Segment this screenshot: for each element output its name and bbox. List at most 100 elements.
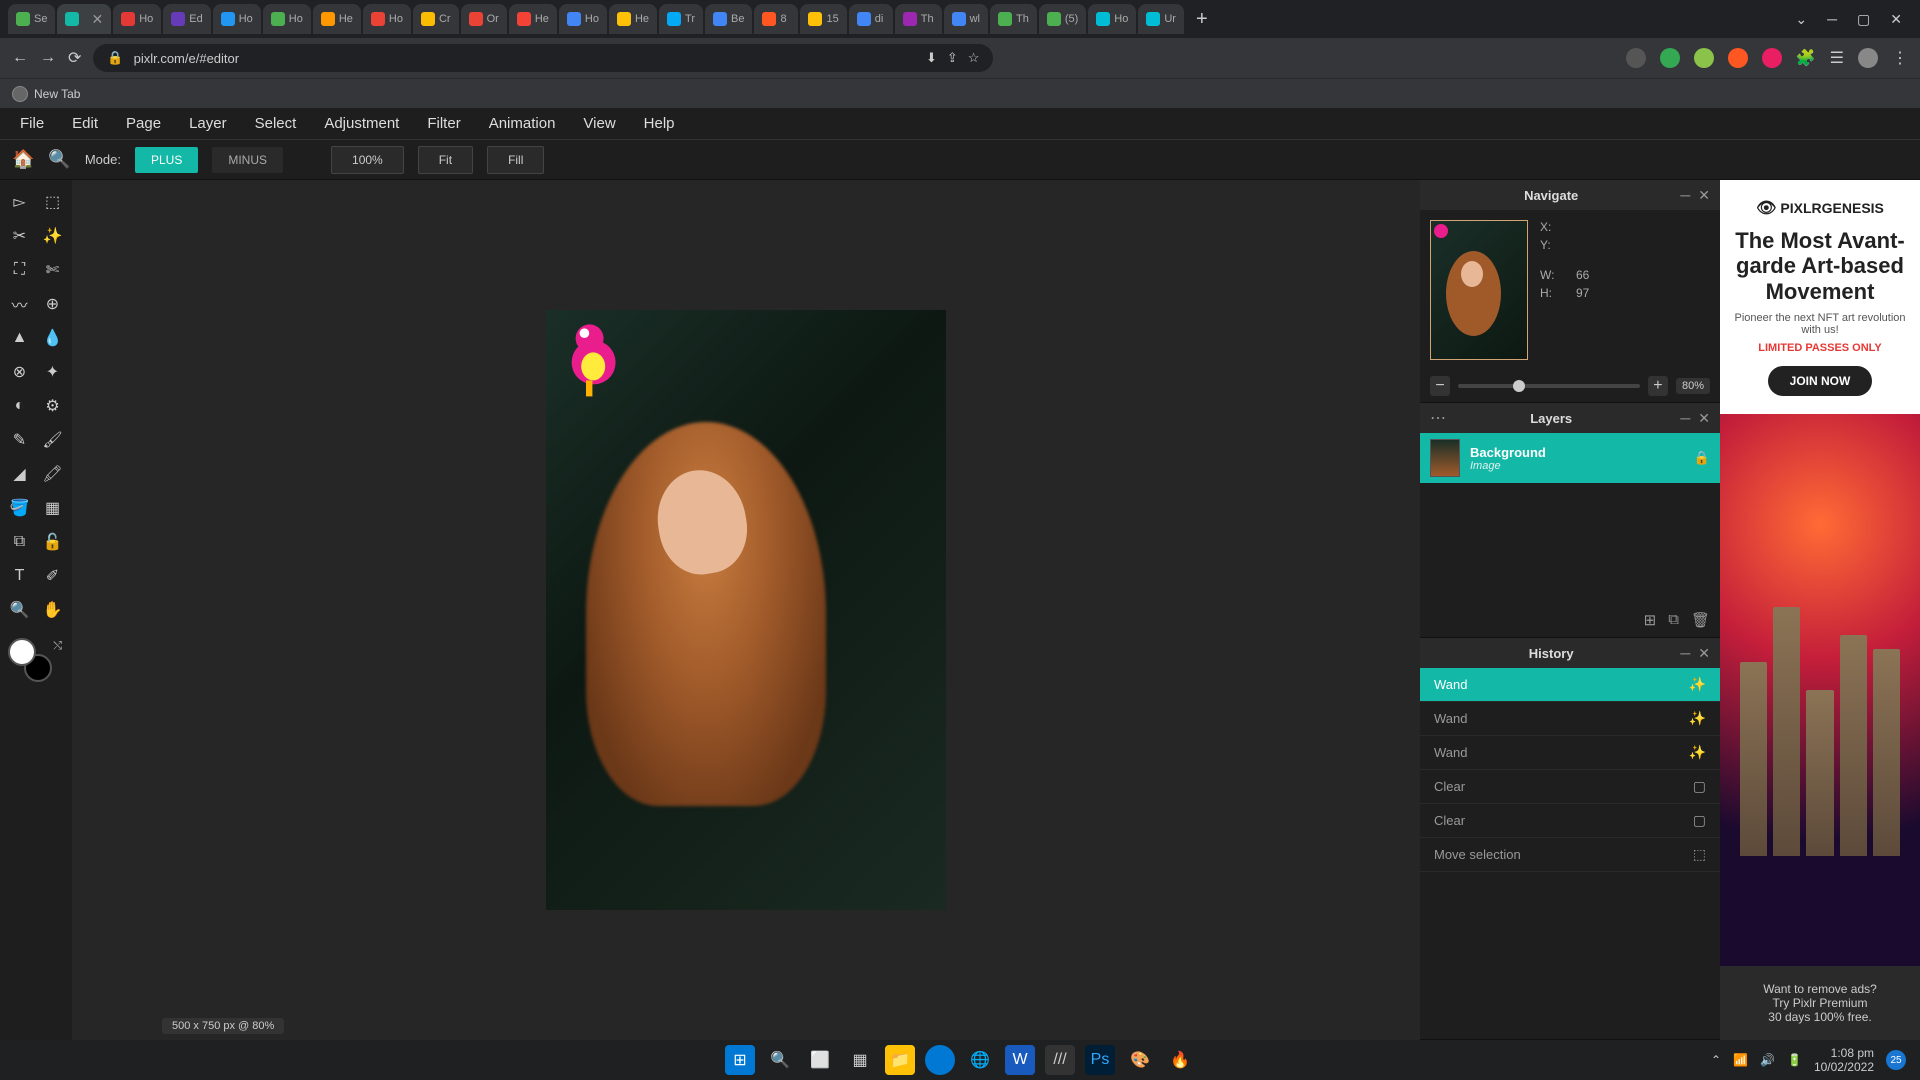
fill-tool-icon[interactable]: 🪣	[6, 494, 33, 522]
battery-icon[interactable]: 🔋	[1787, 1053, 1802, 1067]
app-icon[interactable]: ///	[1045, 1045, 1075, 1075]
zoom-fit-button[interactable]: Fit	[418, 146, 473, 174]
blur-tool-icon[interactable]: 💧	[39, 324, 66, 352]
browser-tab[interactable]: Ur	[1138, 4, 1184, 34]
swap-colors-icon[interactable]: ⤭	[53, 640, 62, 653]
add-layer-icon[interactable]: ⊞	[1644, 611, 1657, 629]
browser-tab[interactable]: Cr	[413, 4, 459, 34]
menu-select[interactable]: Select	[255, 115, 297, 132]
browser-tab[interactable]: Ho	[363, 4, 411, 34]
history-item[interactable]: Wand✨	[1420, 702, 1720, 736]
browser-tab[interactable]: 15	[800, 4, 846, 34]
start-button[interactable]: ⊞	[725, 1045, 755, 1075]
browser-tab[interactable]: Ed	[163, 4, 210, 34]
browser-tab[interactable]: He	[609, 4, 657, 34]
shape-tool-icon[interactable]: ⧉	[6, 528, 33, 556]
word-icon[interactable]: W	[1005, 1045, 1035, 1075]
history-item[interactable]: Clear▢	[1420, 770, 1720, 804]
picker-tool-icon[interactable]: ✐	[39, 562, 66, 590]
tray-chevron-icon[interactable]: ⌃	[1711, 1053, 1721, 1067]
browser-tab[interactable]: Se	[8, 4, 55, 34]
canvas[interactable]	[546, 310, 946, 910]
browser-tab[interactable]: He	[509, 4, 557, 34]
foreground-color[interactable]	[8, 638, 36, 666]
paint-icon[interactable]: 🎨	[1125, 1045, 1155, 1075]
tabs-dropdown-icon[interactable]: ⌄	[1795, 11, 1807, 28]
mode-plus-button[interactable]: PLUS	[135, 147, 198, 173]
marquee-tool-icon[interactable]: ⬚	[39, 188, 66, 216]
cutout-tool-icon[interactable]: ✄	[39, 256, 66, 284]
zoom-fill-button[interactable]: Fill	[487, 146, 544, 174]
brush-tool-icon[interactable]: 🖌	[39, 426, 66, 454]
bookmark-item[interactable]: New Tab	[12, 86, 80, 102]
menu-layer[interactable]: Layer	[189, 115, 227, 132]
panel-close-icon[interactable]: ✕	[1698, 410, 1710, 427]
mode-minus-button[interactable]: MINUS	[212, 147, 283, 173]
window-maximize-icon[interactable]: ▢	[1857, 11, 1870, 28]
menu-page[interactable]: Page	[126, 115, 161, 132]
history-item[interactable]: Wand✨	[1420, 668, 1720, 702]
search-icon[interactable]: 🔍	[765, 1045, 795, 1075]
menu-help[interactable]: Help	[644, 115, 675, 132]
browser-tab[interactable]: Th	[990, 4, 1037, 34]
edge-icon[interactable]	[925, 1045, 955, 1075]
browser-tab[interactable]: wl	[944, 4, 988, 34]
reading-list-icon[interactable]: ☰	[1830, 48, 1844, 68]
explorer-icon[interactable]: 📁	[885, 1045, 915, 1075]
heal-tool-icon[interactable]: ▲	[6, 324, 33, 352]
history-item[interactable]: Move selection⬚	[1420, 838, 1720, 872]
browser-menu-icon[interactable]: ⋮	[1892, 48, 1908, 68]
extensions-menu-icon[interactable]: 🧩	[1796, 48, 1816, 68]
dodge-tool-icon[interactable]: ◐	[6, 392, 33, 420]
clock[interactable]: 1:08 pm 10/02/2022	[1814, 1046, 1874, 1075]
panel-minimize-icon[interactable]: ─	[1680, 645, 1690, 661]
browser-tab[interactable]: ✕	[57, 4, 111, 34]
browser-tab[interactable]: di	[849, 4, 893, 34]
zoom-in-button[interactable]: +	[1648, 376, 1668, 396]
menu-edit[interactable]: Edit	[72, 115, 98, 132]
notification-badge[interactable]: 25	[1886, 1050, 1906, 1070]
window-close-icon[interactable]: ✕	[1890, 11, 1902, 28]
forward-button[interactable]: →	[40, 49, 56, 67]
browser-tab[interactable]: Or	[461, 4, 507, 34]
browser-tab[interactable]: Ho	[213, 4, 261, 34]
extension-icon[interactable]	[1728, 48, 1748, 68]
menu-adjustment[interactable]: Adjustment	[324, 115, 399, 132]
menu-filter[interactable]: Filter	[427, 115, 460, 132]
panel-close-icon[interactable]: ✕	[1698, 645, 1710, 662]
sponge-tool-icon[interactable]: ✦	[39, 358, 66, 386]
frame-tool-icon[interactable]: 🔓	[39, 528, 66, 556]
navigate-thumbnail[interactable]	[1430, 220, 1528, 360]
wand-tool-icon[interactable]: ✨	[39, 222, 66, 250]
toning-tool-icon[interactable]: ⚙	[39, 392, 66, 420]
delete-layer-icon[interactable]: 🗑	[1691, 611, 1710, 629]
browser-tab[interactable]: Ho	[113, 4, 161, 34]
lasso-tool-icon[interactable]: ✂	[6, 222, 33, 250]
browser-tab[interactable]: Be	[705, 4, 752, 34]
zoom-100-button[interactable]: 100%	[331, 146, 404, 174]
history-item[interactable]: Clear▢	[1420, 804, 1720, 838]
color-swatches[interactable]: ⤭	[6, 638, 66, 688]
extension-icon[interactable]	[1762, 48, 1782, 68]
pen-tool-icon[interactable]: ✎	[6, 426, 33, 454]
zoom-tool-icon[interactable]: 🔍	[48, 149, 70, 170]
browser-tab[interactable]: (5)	[1039, 4, 1086, 34]
menu-file[interactable]: File	[20, 115, 44, 132]
reload-button[interactable]: ⟳	[68, 48, 81, 68]
history-item[interactable]: Wand✨	[1420, 736, 1720, 770]
panel-minimize-icon[interactable]: ─	[1680, 410, 1690, 426]
url-input[interactable]: 🔒 pixlr.com/e/#editor ⬇ ⇪ ☆	[93, 44, 993, 72]
arrange-tool-icon[interactable]: ▻	[6, 188, 33, 216]
zoom-out-button[interactable]: −	[1430, 376, 1450, 396]
browser-tab[interactable]: 8	[754, 4, 798, 34]
browser-tab[interactable]: He	[313, 4, 361, 34]
clone-tool-icon[interactable]: ⊕	[39, 290, 66, 318]
profile-avatar[interactable]	[1858, 48, 1878, 68]
share-icon[interactable]: ⇪	[947, 50, 958, 66]
menu-animation[interactable]: Animation	[489, 115, 556, 132]
replace-color-tool-icon[interactable]: 🖍	[39, 460, 66, 488]
liquify-tool-icon[interactable]: 〰	[6, 290, 33, 318]
chrome-icon[interactable]: 🌐	[965, 1045, 995, 1075]
widgets-icon[interactable]: ▦	[845, 1045, 875, 1075]
browser-tab[interactable]: Ho	[263, 4, 311, 34]
